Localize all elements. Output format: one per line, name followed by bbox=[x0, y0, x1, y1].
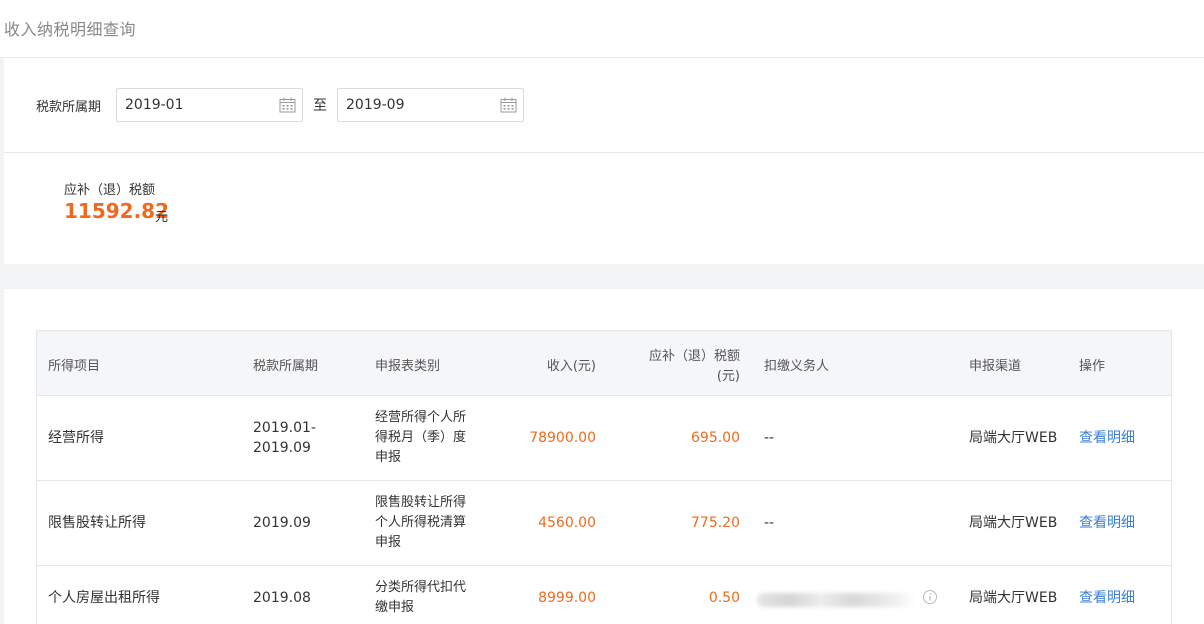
end-period-value: 2019-09 bbox=[346, 97, 405, 113]
cell-tax: 775.20 bbox=[691, 515, 740, 531]
cell-tax: 0.50 bbox=[708, 590, 740, 606]
table-row: 限售股转让所得 2019.09 限售股转让所得 个人所得税清算 申报 4560.… bbox=[37, 481, 1171, 566]
column-header-channel: 申报渠道 bbox=[969, 359, 1022, 374]
filter-panel: 税款所属期 2019-01 至 2019-09 应补（退）税额 11592.82… bbox=[4, 58, 1204, 264]
start-period-value: 2019-01 bbox=[125, 97, 184, 113]
cell-period-start: 2019.01- bbox=[253, 420, 316, 436]
cell-form-line: 限售股转让所得 bbox=[375, 495, 467, 510]
cell-item: 个人房屋出租所得 bbox=[48, 590, 160, 606]
cell-channel: 局端大厅WEB bbox=[969, 430, 1058, 446]
cell-income: 78900.00 bbox=[529, 430, 596, 446]
column-header-tax: 应补（退）税额 bbox=[648, 349, 740, 364]
page-header: 收入纳税明细查询 bbox=[0, 0, 1204, 58]
cell-withholder: -- bbox=[764, 515, 775, 531]
column-header-form: 申报表类别 bbox=[375, 359, 441, 374]
calendar-icon[interactable] bbox=[279, 97, 296, 113]
page-title: 收入纳税明细查询 bbox=[4, 20, 137, 39]
summary-unit: 元 bbox=[155, 210, 169, 225]
cell-form-line: 缴申报 bbox=[375, 600, 415, 615]
cell-form-line: 分类所得代扣代 bbox=[375, 580, 467, 595]
column-header-tax-unit: (元) bbox=[716, 369, 740, 384]
redacted-withholder bbox=[757, 593, 917, 607]
detail-table: 所得项目 税款所属期 申报表类别 收入(元) 应补（退）税额 (元) 扣缴义务人… bbox=[36, 330, 1172, 624]
column-header-item: 所得项目 bbox=[48, 359, 101, 374]
cell-tax: 695.00 bbox=[691, 430, 740, 446]
cell-period: 2019.09 bbox=[253, 515, 311, 531]
table-header: 所得项目 税款所属期 申报表类别 收入(元) 应补（退）税额 (元) 扣缴义务人… bbox=[37, 331, 1171, 396]
cell-channel: 局端大厅WEB bbox=[969, 590, 1058, 606]
end-period-input[interactable]: 2019-09 bbox=[337, 88, 524, 122]
range-separator: 至 bbox=[313, 98, 327, 114]
cell-item: 限售股转让所得 bbox=[48, 515, 146, 531]
cell-form-line: 申报 bbox=[375, 535, 402, 550]
filter-row: 税款所属期 2019-01 至 2019-09 bbox=[4, 58, 1204, 153]
info-icon[interactable] bbox=[922, 589, 938, 605]
column-header-action: 操作 bbox=[1079, 359, 1106, 374]
view-detail-link[interactable]: 查看明细 bbox=[1079, 588, 1135, 608]
cell-period: 2019.08 bbox=[253, 590, 311, 606]
page: 收入纳税明细查询 税款所属期 2019-01 至 2019-09 应补（退）税额… bbox=[0, 0, 1204, 624]
cell-channel: 局端大厅WEB bbox=[969, 515, 1058, 531]
cell-form-line: 申报 bbox=[375, 450, 402, 465]
table-panel: 所得项目 税款所属期 申报表类别 收入(元) 应补（退）税额 (元) 扣缴义务人… bbox=[4, 289, 1204, 624]
summary-label: 应补（退）税额 bbox=[64, 183, 156, 198]
view-detail-link[interactable]: 查看明细 bbox=[1079, 428, 1135, 448]
view-detail-link[interactable]: 查看明细 bbox=[1079, 513, 1135, 533]
table-row: 经营所得 2019.01- 2019.09 经营所得个人所 得税月（季）度 申报… bbox=[37, 396, 1171, 481]
cell-form-line: 得税月（季）度 bbox=[375, 430, 467, 445]
cell-item: 经营所得 bbox=[48, 430, 104, 446]
period-label: 税款所属期 bbox=[36, 100, 102, 115]
cell-form-line: 个人所得税清算 bbox=[375, 515, 467, 530]
cell-income: 8999.00 bbox=[538, 590, 596, 606]
column-header-withholder: 扣缴义务人 bbox=[764, 359, 830, 374]
column-header-period: 税款所属期 bbox=[253, 359, 319, 374]
table-row: 个人房屋出租所得 2019.08 分类所得代扣代 缴申报 8999.00 0.5… bbox=[37, 566, 1171, 624]
start-period-input[interactable]: 2019-01 bbox=[116, 88, 303, 122]
column-header-income: 收入(元) bbox=[546, 359, 596, 374]
cell-form-line: 经营所得个人所 bbox=[375, 410, 467, 425]
summary-amount: 11592.82 bbox=[64, 199, 170, 223]
calendar-icon[interactable] bbox=[500, 97, 517, 113]
cell-withholder: -- bbox=[764, 430, 775, 446]
cell-income: 4560.00 bbox=[538, 515, 596, 531]
cell-period-end: 2019.09 bbox=[253, 440, 311, 456]
